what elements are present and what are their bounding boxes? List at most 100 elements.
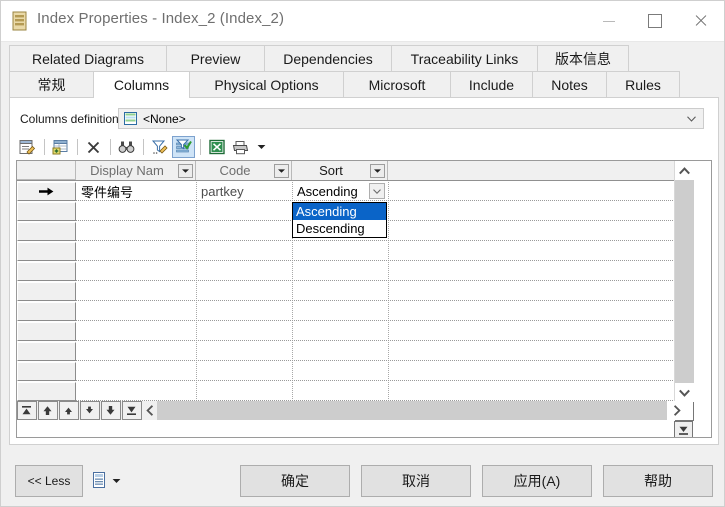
row-selector[interactable] — [17, 242, 76, 261]
grid-header-code[interactable]: Code — [196, 161, 292, 180]
report-icon[interactable] — [93, 472, 107, 489]
sort-dropdown-button[interactable] — [369, 183, 385, 199]
table-row[interactable] — [17, 342, 693, 361]
grid-rowline — [76, 280, 693, 281]
grid-corner-cell[interactable] — [17, 161, 76, 180]
header-label: Code — [219, 163, 251, 178]
print-icon[interactable] — [229, 136, 252, 158]
move-page-down-button[interactable] — [100, 401, 121, 420]
columns-definition-combo[interactable]: <None> — [118, 108, 704, 129]
row-selector[interactable] — [17, 322, 76, 341]
table-row[interactable] — [17, 242, 693, 261]
report-dropdown-caret-icon[interactable] — [112, 478, 121, 484]
properties-icon[interactable] — [16, 136, 39, 158]
tab-dependencies[interactable]: Dependencies — [264, 45, 392, 71]
tab-label: Microsoft — [368, 76, 426, 93]
table-row[interactable] — [17, 302, 693, 321]
delete-row-icon[interactable] — [82, 136, 105, 158]
header-label: Sort — [319, 163, 343, 178]
list-definition-icon — [124, 112, 137, 125]
tab-general[interactable]: 常规 — [9, 71, 94, 97]
less-button[interactable]: << Less — [15, 465, 83, 497]
toolbar-separator — [200, 139, 201, 155]
table-row[interactable] — [17, 382, 693, 401]
table-row[interactable] — [17, 282, 693, 301]
tab-physical-options[interactable]: Physical Options — [189, 71, 344, 97]
table-row[interactable] — [17, 262, 693, 281]
scroll-right-button[interactable] — [667, 401, 686, 420]
scroll-last-button[interactable] — [674, 421, 693, 437]
tab-version-info[interactable]: 版本信息 — [537, 45, 629, 71]
scroll-up-button[interactable] — [675, 161, 694, 180]
help-button[interactable]: 帮助 — [603, 465, 713, 497]
row-selector[interactable] — [17, 302, 76, 321]
toolbar-overflow-caret-icon[interactable] — [253, 136, 269, 158]
columns-grid: Display Nam Code Sort 零件编号 partkey Ascen… — [16, 160, 712, 438]
tab-row-secondary: 常规 Columns Physical Options Microsoft In… — [9, 71, 680, 98]
move-page-up-button[interactable] — [37, 401, 58, 420]
sort-option-ascending[interactable]: Ascending — [293, 203, 386, 220]
tab-rules[interactable]: Rules — [606, 71, 680, 97]
row-selector[interactable] — [17, 262, 76, 281]
toolbar-separator — [143, 139, 144, 155]
filter-dropdown-icon[interactable] — [178, 163, 193, 178]
insert-row-icon[interactable] — [49, 136, 72, 158]
vertical-scroll-thumb[interactable] — [675, 180, 694, 383]
export-excel-icon[interactable] — [205, 136, 228, 158]
table-row[interactable] — [17, 362, 693, 381]
minimize-button[interactable] — [586, 1, 632, 41]
tab-microsoft[interactable]: Microsoft — [343, 71, 451, 97]
tab-preview[interactable]: Preview — [166, 45, 265, 71]
grid-rowline — [76, 380, 693, 381]
grid-rowline — [76, 300, 693, 301]
cell-display-name[interactable]: 零件编号 — [77, 182, 195, 200]
grid-vertical-scrollbar[interactable] — [674, 161, 694, 421]
find-icon[interactable] — [115, 136, 138, 158]
scroll-down-button[interactable] — [675, 383, 694, 402]
row-selector[interactable] — [17, 282, 76, 301]
ok-button[interactable]: 确定 — [240, 465, 350, 497]
horizontal-scroll-thumb[interactable] — [157, 401, 667, 420]
sort-option-descending[interactable]: Descending — [293, 220, 386, 237]
filter-dropdown-icon[interactable] — [274, 163, 289, 178]
tab-traceability-links[interactable]: Traceability Links — [391, 45, 538, 71]
apply-button[interactable]: 应用(A) — [482, 465, 592, 497]
cell-code[interactable]: partkey — [197, 182, 291, 200]
tab-notes[interactable]: Notes — [532, 71, 607, 97]
move-first-button[interactable] — [17, 401, 37, 420]
row-selector[interactable] — [17, 222, 76, 241]
grid-header-display-name[interactable]: Display Nam — [76, 161, 196, 180]
tab-related-diagrams[interactable]: Related Diagrams — [9, 45, 167, 71]
row-selector[interactable] — [17, 202, 76, 221]
row-selector[interactable] — [17, 362, 76, 381]
scroll-left-button[interactable] — [143, 405, 157, 416]
tab-strip: Related Diagrams Preview Dependencies Tr… — [9, 45, 719, 98]
row-selector[interactable] — [17, 342, 76, 361]
chevron-down-icon[interactable] — [687, 116, 696, 122]
tab-include[interactable]: Include — [450, 71, 533, 97]
move-down-button[interactable] — [79, 401, 100, 420]
sort-dropdown-list[interactable]: Ascending Descending — [292, 202, 387, 238]
cancel-button[interactable]: 取消 — [361, 465, 471, 497]
cell-sort[interactable]: Ascending — [293, 182, 371, 200]
tab-row-primary: Related Diagrams Preview Dependencies Tr… — [9, 45, 629, 71]
table-row[interactable]: 零件编号 partkey Ascending — [17, 182, 693, 201]
grid-rowline — [76, 260, 693, 261]
table-row[interactable] — [17, 322, 693, 341]
header-label: Display Nam — [90, 163, 164, 178]
grid-header-sort[interactable]: Sort — [292, 161, 388, 180]
row-selector[interactable] — [17, 382, 76, 401]
tab-columns[interactable]: Columns — [93, 71, 190, 98]
dialog-footer: << Less 确定 取消 应用(A) 帮助 — [1, 453, 724, 506]
grid-header-row: Display Nam Code Sort — [17, 161, 693, 181]
maximize-button[interactable] — [632, 1, 678, 41]
move-last-button[interactable] — [121, 401, 142, 420]
apply-filter-icon[interactable] — [172, 136, 195, 158]
row-selector[interactable] — [17, 182, 76, 201]
move-up-button[interactable] — [58, 401, 79, 420]
grid-horizontal-scrollbar[interactable] — [17, 401, 693, 420]
close-button[interactable] — [678, 1, 724, 41]
minimize-icon — [603, 20, 615, 22]
filter-dropdown-icon[interactable] — [370, 163, 385, 178]
customize-filter-icon[interactable] — [148, 136, 171, 158]
